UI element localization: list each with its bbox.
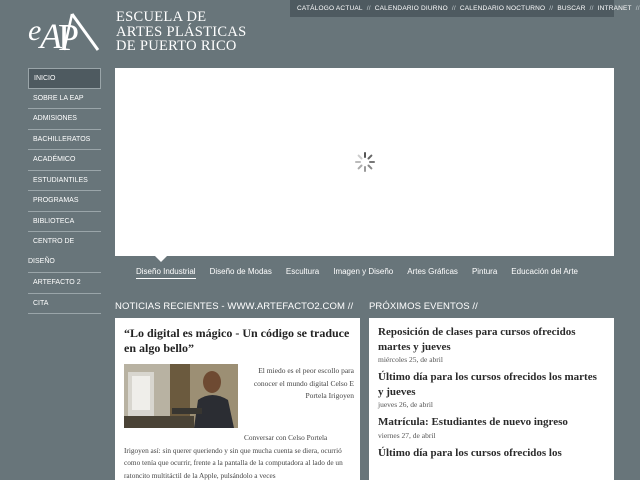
event-item[interactable]: Matrícula: Estudiantes de nuevo ingreso …: [378, 415, 605, 441]
sidebar-item-admisiones[interactable]: ADMISIONES: [28, 109, 101, 130]
topnav-buscar[interactable]: BUSCAR: [557, 5, 585, 12]
topnav-separator: //: [589, 5, 594, 12]
events-card: Reposición de clases para cursos ofrecid…: [369, 318, 614, 480]
event-title[interactable]: Matrícula: Estudiantes de nuevo ingreso: [378, 415, 605, 430]
news-photo[interactable]: [124, 364, 238, 428]
event-title[interactable]: Reposición de clases para cursos ofrecid…: [378, 325, 605, 354]
sidebar-item-inicio[interactable]: INICIO: [28, 68, 101, 89]
topnav-catalogo[interactable]: CATÁLOGO ACTUAL: [297, 5, 363, 12]
school-name[interactable]: ESCUELA DE ARTES PLÁSTICAS DE PUERTO RIC…: [116, 10, 247, 54]
sidebar-item-bachilleratos[interactable]: BACHILLERATOS: [28, 130, 101, 150]
school-name-line: DE PUERTO RICO: [116, 38, 237, 54]
sidebar-item-centro-de-diseno[interactable]: CENTRO DE DISEÑO: [28, 232, 101, 273]
topnav-calendario-diurno[interactable]: CALENDARIO DIURNO: [375, 5, 448, 12]
featured-slider[interactable]: [115, 68, 614, 256]
tab-artes-graficas[interactable]: Artes Gráficas: [407, 267, 458, 279]
school-name-line: ARTES PLÁSTICAS: [116, 23, 247, 40]
tab-pintura[interactable]: Pintura: [472, 267, 497, 279]
slider-pointer-icon: [155, 256, 167, 262]
program-tabs: Diseño Industrial Diseño de Modas Escult…: [136, 267, 592, 279]
eap-logo[interactable]: e A P: [28, 10, 100, 59]
sidebar-item-artefacto-2[interactable]: ARTEFACTO 2: [28, 273, 101, 294]
tab-educacion-del-arte[interactable]: Educación del Arte: [511, 267, 578, 279]
news-title[interactable]: “Lo digital es mágico - Un código se tra…: [124, 326, 356, 356]
svg-text:P: P: [58, 17, 79, 54]
event-title[interactable]: Último día para los cursos ofrecidos los: [378, 446, 605, 461]
topnav-calendario-nocturno[interactable]: CALENDARIO NOCTURNO: [460, 5, 545, 12]
topnav-separator: //: [635, 5, 640, 12]
tab-diseno-de-modas[interactable]: Diseño de Modas: [210, 267, 272, 279]
news-body: Conversar con Celso Portela Irigoyen así…: [124, 432, 356, 480]
event-item[interactable]: Reposición de clases para cursos ofrecid…: [378, 325, 605, 365]
sidebar-nav: INICIO SOBRE LA EAP ADMISIONES BACHILLER…: [28, 68, 101, 314]
news-heading[interactable]: NOTICIAS RECIENTES - WWW.ARTEFACTO2.COM …: [115, 301, 353, 312]
sidebar-item-label: DISEÑO: [28, 258, 55, 265]
news-body-text: Irigoyen así: sin querer queriendo y sin…: [124, 445, 343, 480]
event-item[interactable]: Último día para los cursos ofrecidos los…: [378, 370, 605, 410]
school-name-line: ESCUELA DE: [116, 9, 207, 25]
tab-imagen-y-diseno[interactable]: Imagen y Diseño: [333, 267, 393, 279]
sidebar-item-cita[interactable]: CITA: [28, 294, 101, 314]
topnav-separator: //: [366, 5, 371, 12]
sidebar-item-biblioteca[interactable]: BIBLIOTECA: [28, 212, 101, 232]
topnav-separator: //: [451, 5, 456, 12]
event-date: jueves 26, de abril: [378, 400, 433, 409]
tab-escultura[interactable]: Escultura: [286, 267, 319, 279]
sidebar-item-sobre-la-eap[interactable]: SOBRE LA EAP: [28, 89, 101, 109]
events-heading[interactable]: PRÓXIMOS EVENTOS //: [369, 301, 478, 312]
event-item[interactable]: Último día para los cursos ofrecidos los: [378, 446, 605, 461]
topnav-separator: //: [549, 5, 554, 12]
event-date: miércoles 25, de abril: [378, 355, 443, 364]
event-title[interactable]: Último día para los cursos ofrecidos los…: [378, 370, 605, 399]
topnav-intranet[interactable]: INTRANET: [598, 5, 632, 12]
sidebar-item-estudiantiles[interactable]: ESTUDIANTILES: [28, 171, 101, 191]
loading-spinner-icon: [355, 152, 375, 172]
sidebar-item-programas[interactable]: PROGRAMAS: [28, 191, 101, 212]
news-teaser: El miedo es el peor escollo para conocer…: [253, 366, 354, 400]
event-date: viernes 27, de abril: [378, 430, 436, 440]
tab-diseno-industrial[interactable]: Diseño Industrial: [136, 267, 196, 279]
news-card: “Lo digital es mágico - Un código se tra…: [115, 318, 360, 480]
news-body-lead: Conversar con Celso Portela: [244, 433, 328, 442]
sidebar-item-label: CENTRO DE: [33, 238, 75, 245]
top-nav: CATÁLOGO ACTUAL // CALENDARIO DIURNO // …: [290, 0, 640, 17]
sidebar-item-academico[interactable]: ACADÉMICO: [28, 150, 101, 171]
